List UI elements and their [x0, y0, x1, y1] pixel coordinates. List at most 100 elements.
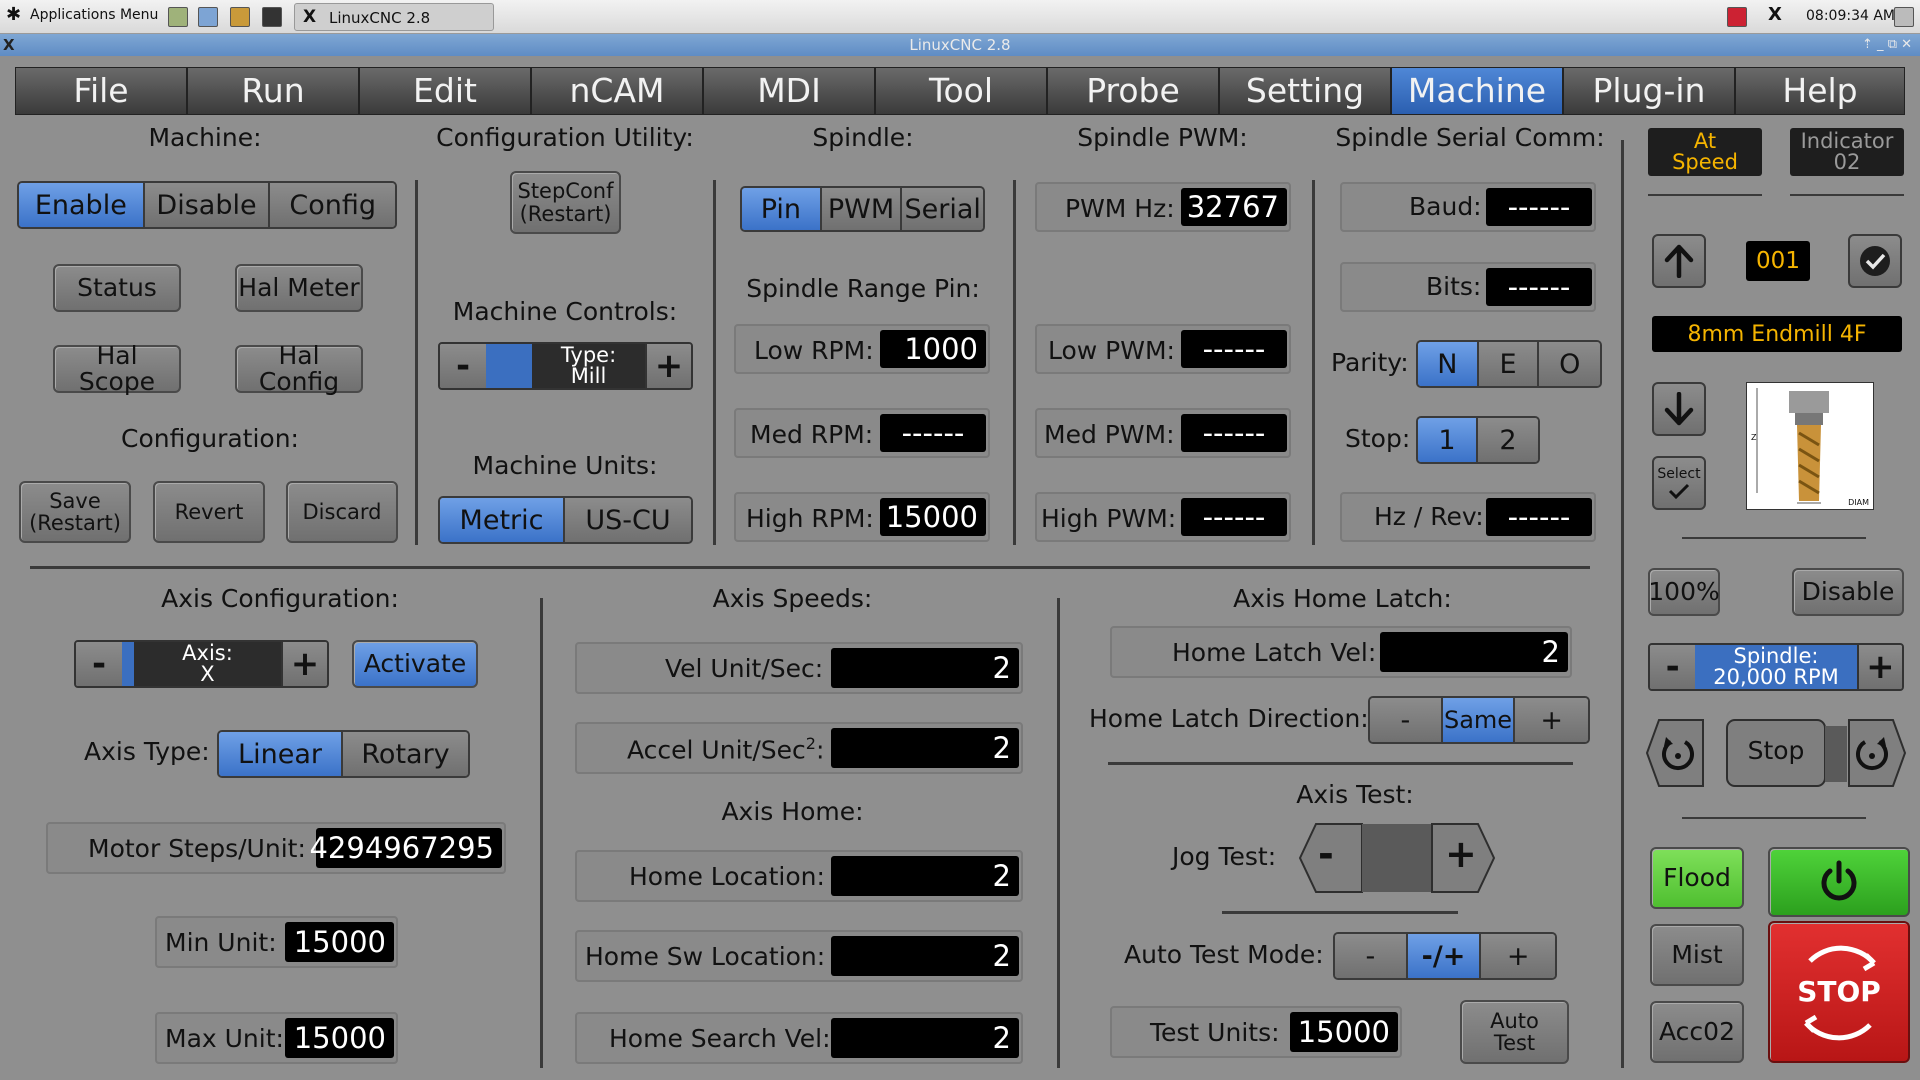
apps-menu[interactable]: Applications Menu	[30, 7, 158, 23]
med-pwm-field[interactable]: ------	[1181, 414, 1287, 452]
config-button[interactable]: Config	[270, 183, 395, 227]
bits-field[interactable]: ------	[1486, 268, 1592, 306]
parity-e-button[interactable]: E	[1478, 342, 1540, 386]
jog-minus-button[interactable]: -	[1318, 832, 1334, 876]
flood-button[interactable]: Flood	[1650, 847, 1744, 909]
hal-scope-button[interactable]: Hal Scope	[53, 342, 181, 395]
latch-dir-minus-button[interactable]: -	[1370, 698, 1443, 742]
menu-setting[interactable]: Setting	[1219, 67, 1391, 115]
menu-machine[interactable]: Machine	[1391, 67, 1563, 115]
hal-meter-button[interactable]: Hal Meter	[235, 264, 363, 312]
text-editor-icon[interactable]	[230, 7, 250, 27]
menu-edit[interactable]: Edit	[359, 67, 531, 115]
rotary-button[interactable]: Rotary	[343, 732, 468, 776]
hal-config-button[interactable]: Hal Config	[235, 342, 363, 395]
taskbar-window-tab[interactable]: X LinuxCNC 2.8	[294, 3, 494, 31]
accel-field[interactable]: 2	[831, 728, 1019, 768]
type-minus-button[interactable]: -	[440, 344, 486, 388]
type-plus-button[interactable]: +	[645, 344, 691, 388]
tool-up-button[interactable]	[1652, 234, 1706, 288]
menu-help[interactable]: Help	[1735, 67, 1905, 115]
latch-dir-plus-button[interactable]: +	[1515, 698, 1588, 742]
pwm-hz-field[interactable]: 32767	[1181, 188, 1287, 226]
discard-button[interactable]: Discard	[286, 481, 398, 543]
menu-run[interactable]: Run	[187, 67, 359, 115]
linear-button[interactable]: Linear	[219, 732, 344, 776]
spindle-disable-button[interactable]: Disable	[1792, 568, 1904, 616]
med-rpm-field[interactable]: ------	[880, 414, 986, 452]
home-sw-label: Home Sw Location:	[585, 942, 826, 971]
spindle-cw-icon[interactable]	[1853, 734, 1891, 772]
axis-minus-button[interactable]: -	[76, 642, 122, 686]
stop-1-button[interactable]: 1	[1418, 418, 1479, 462]
low-pwm-field[interactable]: ------	[1181, 330, 1287, 368]
serial-button[interactable]: Serial	[902, 188, 983, 230]
vel-field[interactable]: 2	[831, 648, 1019, 688]
mist-button[interactable]: Mist	[1650, 924, 1744, 986]
pin-button[interactable]: Pin	[742, 188, 822, 230]
metric-button[interactable]: Metric	[440, 498, 566, 542]
spindle-minus-button[interactable]: -	[1650, 645, 1696, 689]
latch-dir-value[interactable]: Same	[1442, 698, 1516, 742]
spindle-value: 20,000 RPM	[1713, 665, 1839, 689]
parity-n-button[interactable]: N	[1418, 342, 1479, 386]
spindle-plus-button[interactable]: +	[1856, 645, 1902, 689]
activate-button[interactable]: Activate	[352, 640, 478, 688]
apps-menu-icon[interactable]: ✱	[6, 4, 21, 25]
motor-steps-field[interactable]: 4294967295	[309, 828, 502, 868]
stepconf-button[interactable]: StepConf (Restart)	[510, 171, 621, 234]
auto-minus-button[interactable]: -	[1335, 934, 1408, 978]
parity-o-button[interactable]: O	[1539, 342, 1600, 386]
desktop-icon[interactable]	[168, 7, 188, 27]
menu-ncam[interactable]: nCAM	[531, 67, 703, 115]
spindle-override-100-button[interactable]: 100%	[1648, 568, 1720, 616]
select-tool-button[interactable]: Select	[1652, 456, 1706, 510]
home-sw-field[interactable]: 2	[831, 936, 1019, 976]
min-unit-field[interactable]: 15000	[285, 922, 394, 962]
axis-plus-button[interactable]: +	[281, 642, 327, 686]
menu-probe[interactable]: Probe	[1047, 67, 1219, 115]
horizontal-divider	[1222, 911, 1458, 914]
baud-field[interactable]: ------	[1486, 188, 1592, 226]
user-icon[interactable]	[1894, 7, 1914, 27]
hzrev-field[interactable]: ------	[1486, 498, 1592, 536]
test-units-field[interactable]: 15000	[1290, 1012, 1398, 1052]
auto-plus-button[interactable]: +	[1481, 934, 1555, 978]
home-search-field[interactable]: 2	[831, 1018, 1019, 1058]
accel-colon: :	[815, 735, 825, 765]
terminal-icon[interactable]	[262, 7, 282, 27]
spindle-ccw-icon[interactable]	[1659, 734, 1697, 772]
low-rpm-field[interactable]: 1000	[880, 330, 986, 368]
high-rpm-field[interactable]: 15000	[880, 498, 986, 536]
window-controls[interactable]: ⇡ _ ⧉ ✕	[1862, 34, 1912, 56]
enable-button[interactable]: Enable	[19, 183, 145, 227]
disable-button[interactable]: Disable	[144, 183, 271, 227]
auto-mode-value[interactable]: -/+	[1407, 934, 1482, 978]
save-restart-button[interactable]: Save (Restart)	[19, 481, 131, 543]
latch-vel-field[interactable]: 2	[1380, 632, 1568, 672]
network-icon[interactable]	[1727, 7, 1747, 27]
menu-mdi[interactable]: MDI	[703, 67, 875, 115]
home-location-field[interactable]: 2	[831, 856, 1019, 896]
high-pwm-field[interactable]: ------	[1181, 498, 1287, 536]
max-unit-field[interactable]: 15000	[285, 1018, 394, 1058]
tool-down-button[interactable]	[1652, 382, 1706, 436]
menu-tool[interactable]: Tool	[875, 67, 1047, 115]
file-manager-icon[interactable]	[198, 7, 218, 27]
spindle-stop-button[interactable]: Stop	[1727, 736, 1825, 765]
stop-2-button[interactable]: 2	[1478, 418, 1538, 462]
x-tray-icon[interactable]: X	[1768, 4, 1782, 25]
pwm-button[interactable]: PWM	[821, 188, 903, 230]
auto-test-button[interactable]: Auto Test	[1460, 1000, 1569, 1064]
uscu-button[interactable]: US-CU	[565, 498, 691, 542]
jog-plus-button[interactable]: +	[1445, 832, 1477, 876]
menu-plugin[interactable]: Plug-in	[1563, 67, 1735, 115]
status-button[interactable]: Status	[53, 264, 181, 312]
acc02-button[interactable]: Acc02	[1650, 1001, 1744, 1063]
estop-button[interactable]: STOP	[1768, 921, 1910, 1063]
machine-power-button[interactable]	[1768, 847, 1910, 917]
menu-file[interactable]: File	[15, 67, 187, 115]
tool-confirm-button[interactable]	[1848, 234, 1902, 288]
home-latch-title: Axis Home Latch:	[1233, 584, 1452, 613]
revert-button[interactable]: Revert	[153, 481, 265, 543]
